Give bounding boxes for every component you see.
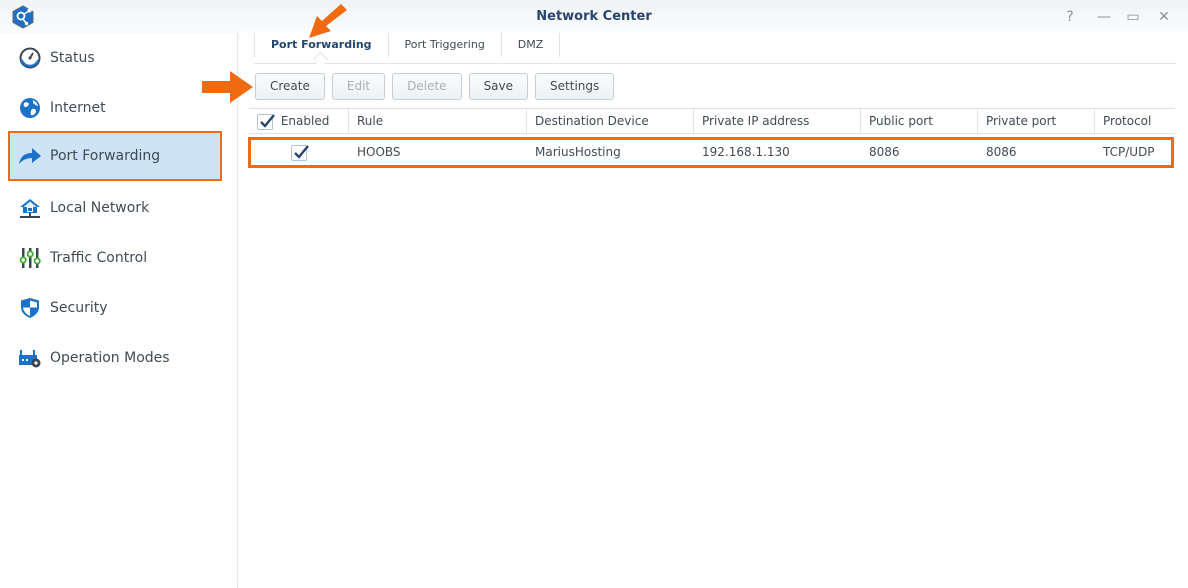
forward-arrow-icon <box>18 144 42 168</box>
column-enabled[interactable]: Enabled <box>249 109 349 133</box>
tab-dmz[interactable]: DMZ <box>502 33 561 57</box>
router-gear-icon <box>18 346 42 370</box>
sidebar-item-port-forwarding[interactable]: Port Forwarding <box>8 131 222 181</box>
sidebar-item-security[interactable]: Security <box>8 283 222 333</box>
sidebar-item-label: Status <box>50 50 95 66</box>
settings-button[interactable]: Settings <box>535 73 615 100</box>
sidebar-item-status[interactable]: Status <box>8 33 222 83</box>
table-row[interactable]: HOOBS MariusHosting 192.168.1.130 8086 8… <box>248 137 1175 168</box>
sidebar-item-operation-modes[interactable]: Operation Modes <box>8 333 222 383</box>
sidebar-item-label: Port Forwarding <box>50 148 161 164</box>
help-button[interactable]: ? <box>1060 7 1080 27</box>
cell-public-port: 8086 <box>869 145 900 159</box>
sidebar-item-local-network[interactable]: Local Network <box>8 183 222 233</box>
edit-button[interactable]: Edit <box>331 73 386 100</box>
cell-private-ip: 192.168.1.130 <box>702 145 790 159</box>
delete-button[interactable]: Delete <box>392 73 462 100</box>
sidebar-item-label: Security <box>50 300 108 316</box>
column-destination-device[interactable]: Destination Device <box>527 109 694 133</box>
create-button[interactable]: Create <box>255 73 325 100</box>
port-forwarding-table: Enabled Rule Destination Device Private … <box>248 108 1175 168</box>
sliders-icon <box>18 246 42 270</box>
shield-icon <box>18 296 42 320</box>
row-enabled-checkbox[interactable] <box>291 144 309 161</box>
annotation-arrow-create <box>202 71 253 103</box>
cell-destination-device: MariusHosting <box>535 145 621 159</box>
globe-icon <box>18 96 42 120</box>
main-panel: Port Forwarding Port Triggering DMZ Crea… <box>238 33 1188 588</box>
column-public-port[interactable]: Public port <box>861 109 978 133</box>
cell-enabled <box>249 137 349 167</box>
sidebar-item-label: Traffic Control <box>50 250 148 266</box>
sidebar-item-label: Internet <box>50 100 106 116</box>
toolbar: Create Edit Delete Save Settings <box>255 73 615 100</box>
column-rule[interactable]: Rule <box>349 109 527 133</box>
annotation-arrow-tab <box>309 4 347 38</box>
title-bar: Network Center ? — ▭ ✕ <box>0 0 1188 33</box>
cell-private-port: 8086 <box>986 145 1017 159</box>
column-private-port[interactable]: Private port <box>978 109 1095 133</box>
tab-bar: Port Forwarding Port Triggering DMZ <box>254 33 1176 64</box>
minimize-button[interactable]: — <box>1094 7 1114 27</box>
save-button[interactable]: Save <box>468 73 529 100</box>
column-label: Enabled <box>280 114 330 128</box>
sidebar: Status Internet Port Forwarding Local Ne… <box>0 33 238 588</box>
close-button[interactable]: ✕ <box>1154 7 1174 27</box>
window-title: Network Center <box>536 9 652 24</box>
tab-port-triggering[interactable]: Port Triggering <box>389 33 502 57</box>
maximize-button[interactable]: ▭ <box>1123 7 1143 27</box>
sidebar-item-traffic-control[interactable]: Traffic Control <box>8 233 222 283</box>
cell-protocol: TCP/UDP <box>1103 145 1155 159</box>
select-all-checkbox[interactable] <box>257 113 275 130</box>
column-protocol[interactable]: Protocol <box>1095 109 1175 133</box>
sidebar-item-internet[interactable]: Internet <box>8 83 222 133</box>
sidebar-item-label: Local Network <box>50 200 150 216</box>
table-header: Enabled Rule Destination Device Private … <box>249 108 1175 134</box>
speedometer-icon <box>18 46 42 70</box>
cell-rule: HOOBS <box>357 145 401 159</box>
sidebar-item-label: Operation Modes <box>50 350 170 366</box>
column-private-ip[interactable]: Private IP address <box>694 109 861 133</box>
house-network-icon <box>18 196 42 220</box>
